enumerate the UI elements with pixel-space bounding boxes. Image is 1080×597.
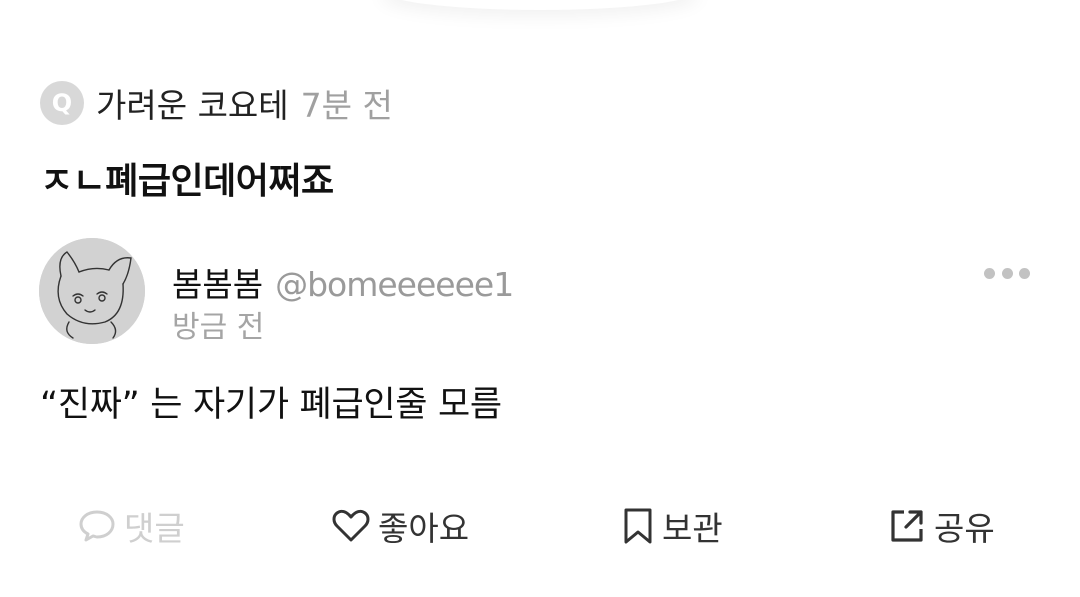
more-options-button[interactable] — [984, 260, 1030, 286]
comment-icon — [79, 510, 115, 542]
answer-author-handle[interactable]: @bomeeeeee1 — [275, 265, 514, 304]
heart-icon — [332, 509, 370, 542]
answer-avatar[interactable] — [39, 238, 145, 344]
share-icon — [891, 510, 923, 542]
comment-button[interactable]: 댓글 — [78, 496, 185, 556]
share-label: 공유 — [934, 509, 995, 548]
like-label: 좋아요 — [378, 509, 470, 548]
top-sheet-shadow — [380, 0, 700, 10]
like-button[interactable]: 좋아요 — [332, 496, 469, 556]
answer-timestamp: 방금 전 — [172, 310, 265, 345]
more-dot-icon — [1001, 267, 1013, 279]
comment-label: 댓글 — [124, 509, 185, 548]
more-dot-icon — [984, 267, 995, 279]
bookmark-button[interactable]: 보관 — [622, 496, 723, 556]
question-meta: Q 가려운 코요테 7분 전 — [40, 80, 393, 126]
question-text: ㅈㄴ폐급인데어쩌죠 — [40, 161, 334, 202]
bookmark-icon — [624, 508, 652, 544]
answer-text: “진짜” 는 자기가 폐급인줄 모름 — [40, 385, 502, 425]
question-badge-icon: Q — [40, 81, 84, 125]
more-dot-icon — [1019, 267, 1030, 279]
question-timestamp: 7분 전 — [300, 86, 393, 125]
cat-drawing-avatar-icon — [39, 238, 145, 344]
share-button[interactable]: 공유 — [888, 496, 995, 556]
question-author[interactable]: 가려운 코요테 — [96, 79, 289, 127]
bookmark-label: 보관 — [662, 509, 723, 548]
answer-author-name[interactable]: 봄봄봄 — [172, 258, 263, 306]
action-bar: 댓글 좋아요 보관 공유 — [0, 496, 1080, 556]
answer-author-row: 봄봄봄 @bomeeeeee1 — [172, 258, 514, 306]
